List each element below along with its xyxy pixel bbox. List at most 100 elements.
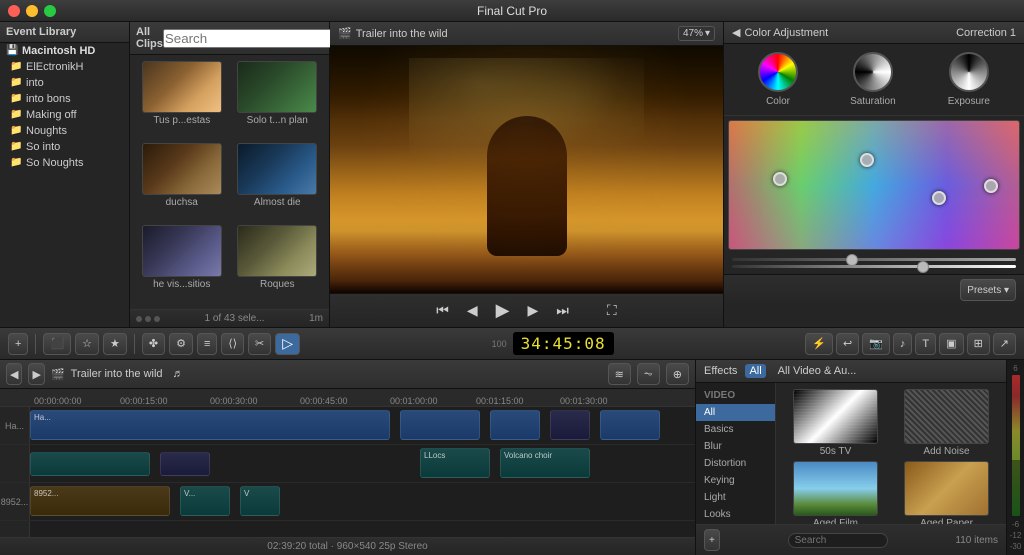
toolbar-cut[interactable]: ✂ <box>248 333 271 355</box>
color-tool-saturation[interactable]: Saturation <box>850 52 896 107</box>
transport-play[interactable]: ▶ <box>492 298 514 323</box>
slider-track-1[interactable] <box>732 258 1016 261</box>
clip-block-a4[interactable]: Volcano choir <box>500 448 590 478</box>
color-tool-color[interactable]: Color <box>758 52 798 107</box>
color-handle-4[interactable] <box>984 179 998 193</box>
effects-tab-video[interactable]: All Video & Au... <box>774 364 861 378</box>
clip-block-b2[interactable]: V... <box>180 486 230 516</box>
toolbar-rt-1[interactable]: ⚡ <box>805 333 833 355</box>
toolbar-rt-gen[interactable]: ▣ <box>939 333 963 355</box>
toolbar-rating-reject[interactable]: ★ <box>103 333 127 355</box>
toolbar-add-button[interactable]: + <box>8 333 28 355</box>
clip-block-b1[interactable]: 8952... <box>30 486 170 516</box>
preview-header: 🎬 Trailer into the wild 47% ▾ <box>330 22 723 46</box>
effect-thumb-agedpaper <box>904 461 989 516</box>
effect-cat-distortion[interactable]: Distortion <box>696 455 775 472</box>
effects-count: 110 items <box>955 535 998 546</box>
effect-item-agedpaper[interactable]: Aged Paper <box>893 461 1000 524</box>
toolbar-rt-camera[interactable]: 📷 <box>862 333 890 355</box>
clip-block-2[interactable] <box>400 410 480 440</box>
clip-thumb-1 <box>142 61 222 113</box>
effect-item-50stv[interactable]: 50s TV <box>782 389 889 457</box>
transport-rewind[interactable]: ⏮ <box>432 300 453 321</box>
color-back-button[interactable]: ◀ <box>732 26 740 39</box>
clip-block-b3[interactable]: V <box>240 486 280 516</box>
toolbar-select[interactable]: ▷ <box>275 333 300 355</box>
saturation-wheel[interactable] <box>853 52 893 92</box>
timeline-zoom-btn[interactable]: ⊕ <box>666 363 689 385</box>
toolbar-keyword[interactable]: ✤ <box>142 333 165 355</box>
clip-block-5[interactable] <box>600 410 660 440</box>
clip-item-3[interactable]: duchsa <box>136 143 228 221</box>
effect-cat-keying[interactable]: Keying <box>696 472 775 489</box>
effect-cat-looks[interactable]: Looks <box>696 506 775 523</box>
toolbar-rating-none[interactable]: ⬛ <box>43 333 71 355</box>
effect-cat-basics[interactable]: Basics <box>696 421 775 438</box>
clip-item-4[interactable]: Almost die <box>232 143 324 221</box>
preview-zoom-control[interactable]: 47% ▾ <box>678 26 715 41</box>
color-wheel[interactable] <box>758 52 798 92</box>
minimize-button[interactable] <box>26 5 38 17</box>
library-item-so-into[interactable]: 📁 So into <box>0 139 129 155</box>
effects-add-btn[interactable]: + <box>704 529 720 551</box>
timeline-back-btn[interactable]: ◀ <box>6 363 22 385</box>
effect-thumb-addnoise <box>904 389 989 444</box>
toolbar-rt-title[interactable]: T <box>915 333 936 355</box>
maximize-button[interactable] <box>44 5 56 17</box>
clip-block-4[interactable] <box>550 410 590 440</box>
effects-search-input[interactable] <box>788 533 888 548</box>
slider-track-2[interactable] <box>732 265 1016 268</box>
effect-item-addnoise[interactable]: Add Noise <box>893 389 1000 457</box>
clip-block-a2[interactable] <box>160 452 210 476</box>
color-handle-1[interactable] <box>773 172 787 186</box>
toolbar: + ⬛ ☆ ★ ✤ ⚙ ≡ ⟨⟩ ✂ ▷ 100 34:45:08 ⚡ ↩ 📷 … <box>0 328 1024 360</box>
presets-button[interactable]: Presets ▾ <box>960 279 1016 301</box>
color-handle-2[interactable] <box>860 153 874 167</box>
slider-thumb-1[interactable] <box>846 254 858 266</box>
clip-item-6[interactable]: Roques <box>232 225 324 303</box>
effect-cat-all[interactable]: All <box>696 404 775 421</box>
exposure-wheel[interactable] <box>949 52 989 92</box>
toolbar-view[interactable]: ≡ <box>197 333 217 355</box>
clip-block-a1[interactable] <box>30 452 150 476</box>
color-tool-exposure[interactable]: Exposure <box>948 52 990 107</box>
toolbar-rt-trans[interactable]: ⊞ <box>967 333 990 355</box>
timeline-waveform-btn[interactable]: ⏦ <box>637 363 660 385</box>
library-item-noughts[interactable]: 📁 Noughts <box>0 123 129 139</box>
clip-item-1[interactable]: Tus p...estas <box>136 61 228 139</box>
effect-cat-light[interactable]: Light <box>696 489 775 506</box>
timeline-audio-btn[interactable]: ≋ <box>608 363 631 385</box>
clip-block-3[interactable] <box>490 410 540 440</box>
library-item-electronikH[interactable]: 📁 ElEctronikH <box>0 59 129 75</box>
track-label-4 <box>0 521 30 537</box>
clip-block-a3[interactable]: LLocs <box>420 448 490 478</box>
toolbar-rating-favorite[interactable]: ☆ <box>75 333 99 355</box>
clips-search-input[interactable] <box>163 29 344 48</box>
color-board[interactable] <box>728 120 1020 250</box>
transport-fullscreen[interactable]: ⛶ <box>603 300 621 321</box>
transport-step-back[interactable]: ◀ <box>463 300 482 321</box>
close-button[interactable] <box>8 5 20 17</box>
timeline-fwd-btn[interactable]: ▶ <box>28 363 44 385</box>
clip-thumb-3 <box>142 143 222 195</box>
effects-tab-all[interactable]: All <box>745 364 765 378</box>
effect-item-agedfilm[interactable]: Aged Film <box>782 461 889 524</box>
toolbar-rt-2[interactable]: ↩ <box>836 333 859 355</box>
library-item-macintosh[interactable]: 💾 Macintosh HD <box>0 43 129 59</box>
library-item-into[interactable]: 📁 into <box>0 75 129 91</box>
clip-block-1[interactable]: Ha... <box>30 410 390 440</box>
toolbar-clip-connections[interactable]: ⟨⟩ <box>221 333 244 355</box>
toolbar-settings[interactable]: ⚙ <box>169 333 193 355</box>
toolbar-rt-share[interactable]: ↗ <box>993 333 1016 355</box>
effects-sidebar: VIDEO All Basics Blur Distortion Keying … <box>696 383 776 524</box>
slider-thumb-2[interactable] <box>917 261 929 273</box>
transport-end[interactable]: ⏭ <box>552 300 573 321</box>
library-item-making-off[interactable]: 📁 Making off <box>0 107 129 123</box>
clip-item-5[interactable]: he vis...sitios <box>136 225 228 303</box>
effect-cat-blur[interactable]: Blur <box>696 438 775 455</box>
library-item-so-noughts[interactable]: 📁 So Noughts <box>0 155 129 171</box>
library-item-into-bons[interactable]: 📁 into bons <box>0 91 129 107</box>
toolbar-rt-audio[interactable]: ♪ <box>893 333 913 355</box>
transport-step-fwd[interactable]: ▶ <box>524 300 543 321</box>
clip-item-2[interactable]: Solo t...n plan <box>232 61 324 139</box>
